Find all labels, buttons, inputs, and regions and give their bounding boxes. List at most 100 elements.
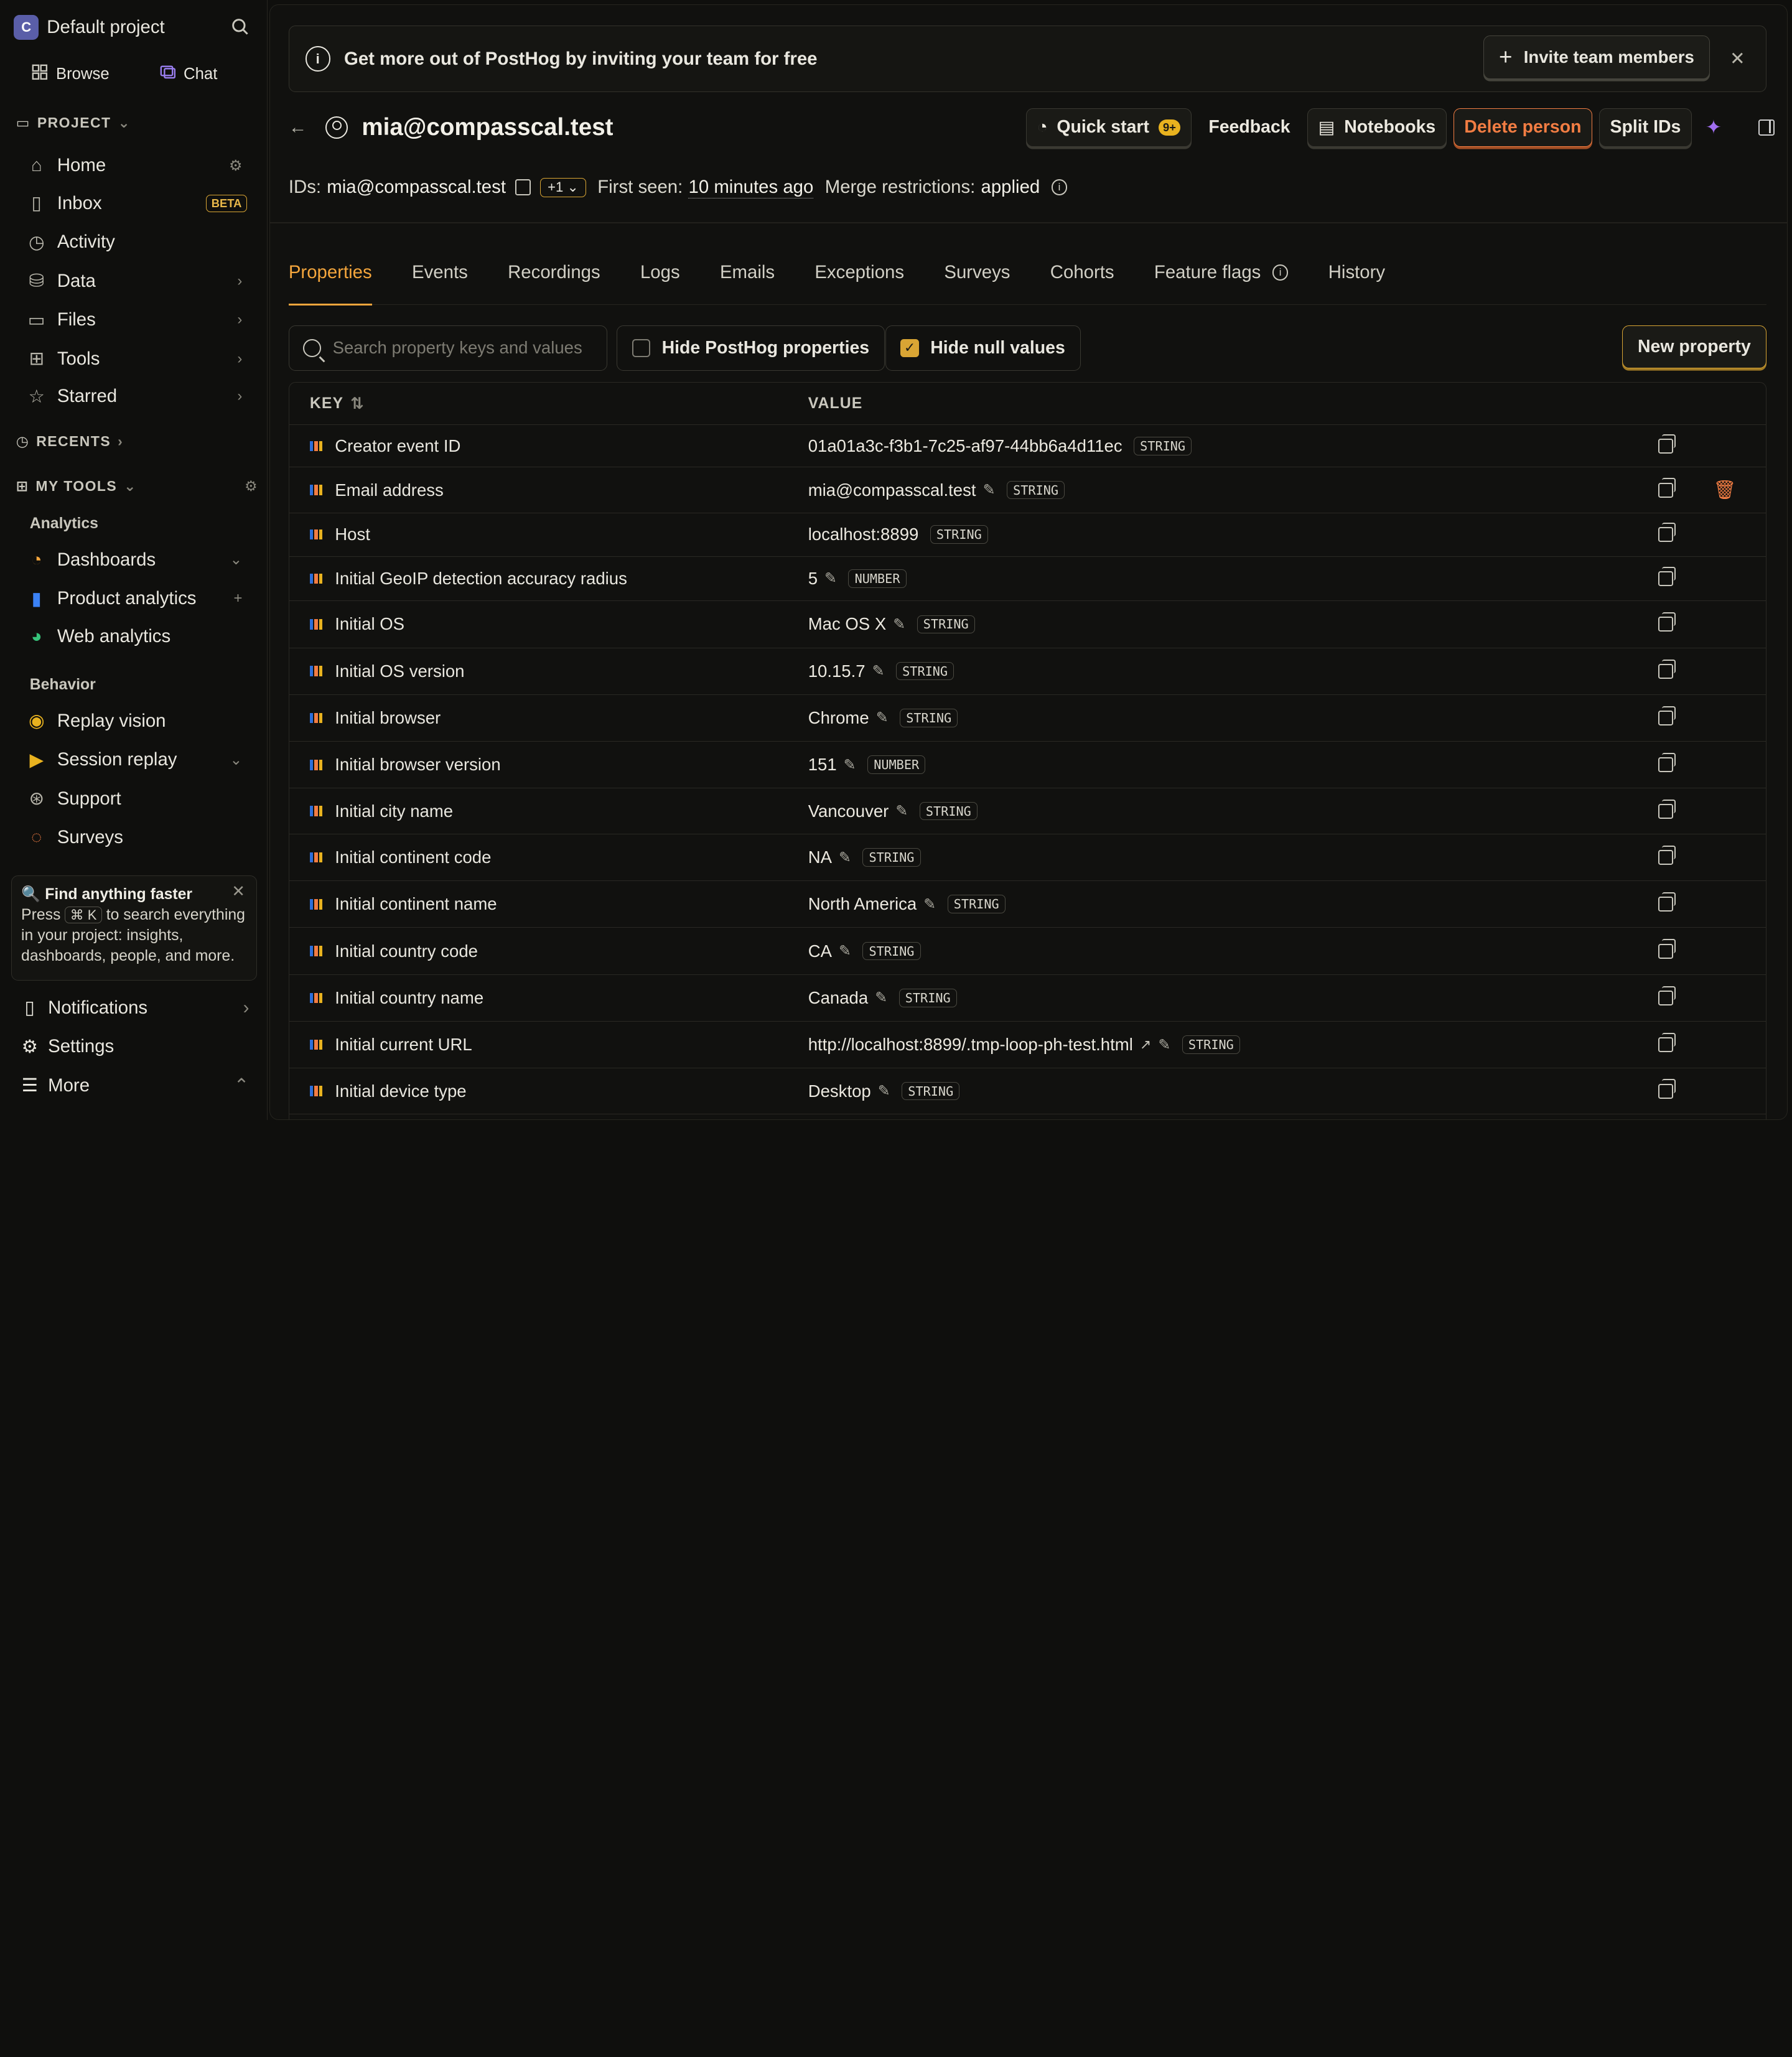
gear-icon[interactable]: ⚙ [229,157,242,175]
posthog-property-icon [309,573,323,584]
pencil-icon[interactable]: ✎ [839,849,851,867]
copy-icon[interactable] [1658,1033,1676,1053]
more-button[interactable]: ☰ More ⌃ [18,1068,253,1103]
tab-surveys[interactable]: Surveys [944,259,1010,304]
pencil-icon[interactable]: ✎ [872,662,885,680]
sort-icon[interactable]: ⇅ [350,394,365,413]
search-icon[interactable] [231,17,249,40]
copy-icon[interactable] [1658,434,1676,454]
copy-icon[interactable] [1658,612,1676,632]
sidebar-item-starred[interactable]: ☆ Starred › [25,378,249,415]
tab-emails[interactable]: Emails [720,259,775,304]
tab-logs[interactable]: Logs [640,259,680,304]
notebooks-button[interactable]: ▤ Notebooks [1307,108,1447,147]
tab-exceptions[interactable]: Exceptions [814,259,904,304]
copy-icon[interactable] [1658,986,1676,1005]
copy-icon[interactable] [1658,939,1676,959]
hide-posthog-checkbox[interactable]: Hide PostHog properties [616,325,885,371]
sidebar-item-inbox[interactable]: ▯ Inbox BETA [25,185,249,222]
tab-events[interactable]: Events [412,259,468,304]
pencil-icon[interactable]: ✎ [876,709,889,727]
sidebar-item-data[interactable]: ⛁ Data › [25,263,249,299]
pencil-icon[interactable]: ✎ [824,569,837,587]
pencil-icon[interactable]: ✎ [895,802,908,820]
chevron-down-icon[interactable]: ⌄ [230,751,242,769]
copy-icon[interactable] [1658,799,1676,819]
sidebar-item-product-analytics[interactable]: ▮ Product analytics + [25,581,249,617]
tab-properties[interactable]: Properties [288,259,372,306]
gear-icon[interactable]: ⚙ [245,478,258,495]
delete-person-button[interactable]: Delete person [1453,108,1592,147]
pencil-icon[interactable]: ✎ [844,756,856,774]
search-input[interactable]: Search property keys and values [288,325,608,371]
chevron-down-icon[interactable]: ⌄ [230,551,242,569]
sparkle-icon[interactable]: ✦ [1706,116,1722,139]
side-panel-icon[interactable] [1758,119,1775,136]
pencil-icon[interactable]: ✎ [875,989,887,1007]
new-property-label: New property [1637,337,1751,357]
browse-button[interactable]: Browse [32,64,110,85]
property-value-cell: Desktop ✎ STRING [808,1081,960,1101]
sidebar-item-surveys[interactable]: ◌ Surveys [25,819,249,856]
pencil-icon[interactable]: ✎ [923,895,936,913]
pencil-icon[interactable]: ✎ [878,1082,890,1100]
sidebar-item-home[interactable]: ⌂ Home ⚙ [25,147,249,184]
copy-icon[interactable] [515,179,531,196]
tab-cohorts[interactable]: Cohorts [1050,259,1114,304]
shortcut-key: ⌘ K [65,906,102,923]
tab-history[interactable]: History [1328,259,1385,304]
pencil-icon[interactable]: ✎ [983,481,996,499]
external-link-icon[interactable]: ↗ [1140,1037,1151,1053]
sidebar-item-tools[interactable]: ⊞ Tools › [25,340,249,377]
chat-button[interactable]: Chat [160,64,217,85]
notifications-button[interactable]: ▯ Notifications › [18,991,253,1025]
tab-recordings[interactable]: Recordings [508,259,600,304]
close-icon[interactable]: ✕ [1730,48,1745,70]
trash-icon[interactable]: 🗑 [1713,480,1736,501]
more-ids-dropdown[interactable]: +1 ⌄ [540,177,586,198]
close-icon[interactable]: ✕ [231,882,245,902]
copy-icon[interactable] [1658,1079,1676,1099]
split-ids-button[interactable]: Split IDs [1599,108,1692,147]
back-arrow-icon[interactable]: ← [289,117,316,138]
settings-label: Settings [48,1036,114,1057]
my-tools-section-header[interactable]: ⊞ MY TOOLS ⌄ ⚙ [16,478,258,495]
project-section-header[interactable]: ▭ PROJECT ⌄ [16,114,131,131]
sidebar-item-dashboards[interactable]: ◔ Dashboards ⌄ [25,542,249,579]
property-value: 10.15.7 [808,661,866,681]
sidebar-item-support[interactable]: ⊛ Support [25,780,249,817]
property-key: Email address [335,480,444,500]
settings-button[interactable]: ⚙ Settings [18,1030,253,1064]
copy-icon[interactable] [1658,566,1676,586]
copy-icon[interactable] [1658,478,1676,498]
sidebar-item-web-analytics[interactable]: ◕ Web analytics [25,618,249,655]
quick-start-button[interactable]: ◔ Quick start 9+ [1025,108,1192,147]
copy-icon[interactable] [1658,892,1676,912]
project-switcher[interactable]: C Default project [14,14,254,41]
tab-feature-flags[interactable]: Feature flags i [1154,259,1289,304]
pencil-icon[interactable]: ✎ [839,942,851,960]
hide-null-checkbox[interactable]: ✓ Hide null values [885,325,1081,371]
feedback-button[interactable]: Feedback [1198,108,1300,147]
copy-icon[interactable] [1658,659,1676,679]
recents-section-header[interactable]: ◷ RECENTS › [16,433,124,450]
invite-team-button[interactable]: + Invite team members [1483,35,1710,79]
sidebar-item-session-replay[interactable]: ▶ Session replay ⌄ [25,742,249,778]
dashboard-icon: ◔ [30,549,42,570]
pencil-icon[interactable]: ✎ [1158,1036,1170,1054]
property-key: Host [335,525,370,544]
info-icon[interactable]: i [1051,179,1068,196]
pencil-icon[interactable]: ✎ [893,615,905,633]
sidebar-item-files[interactable]: ▭ Files › [25,302,249,338]
new-property-button[interactable]: New property [1622,325,1766,369]
sidebar-item-activity[interactable]: ◷ Activity [25,224,249,261]
plus-icon[interactable]: + [233,590,242,607]
copy-icon[interactable] [1658,523,1676,543]
sidebar-item-replay-vision[interactable]: ◉ Replay vision [25,703,249,740]
copy-icon[interactable] [1658,706,1676,725]
copy-icon[interactable] [1658,845,1676,865]
property-value: Mac OS X [808,614,887,634]
property-value-cell: 151 ✎ NUMBER [808,755,926,775]
copy-icon[interactable] [1658,753,1676,773]
key-column-header[interactable]: KEY ⇅ [310,394,365,413]
